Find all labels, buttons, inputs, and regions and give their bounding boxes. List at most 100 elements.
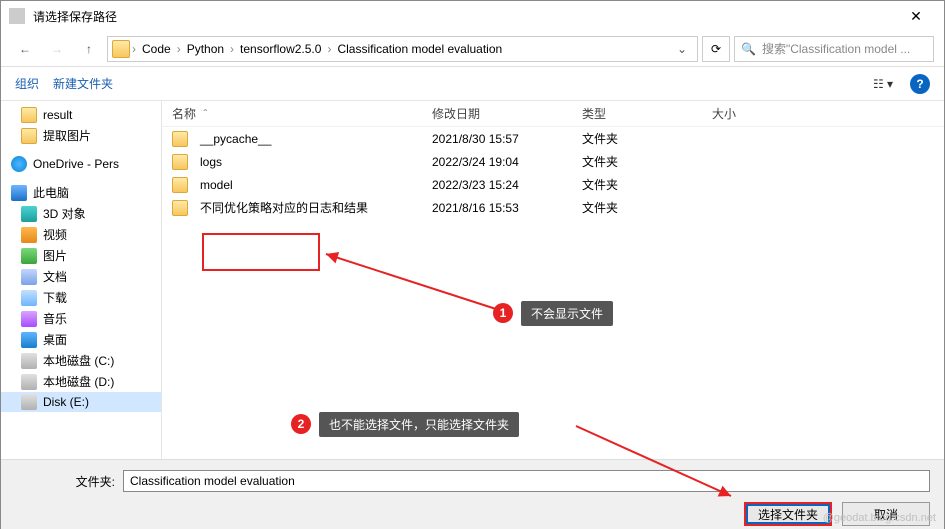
col-date[interactable]: 修改日期 — [432, 105, 582, 122]
sidebar-item-label: 提取图片 — [43, 127, 91, 144]
view-options-button[interactable]: ☷ ▾ — [870, 73, 896, 95]
breadcrumb[interactable]: tensorflow2.5.0 — [236, 40, 325, 58]
sidebar-item-label: 本地磁盘 (D:) — [43, 373, 114, 390]
sidebar-item-label: result — [43, 108, 72, 122]
annotation-box-1 — [202, 233, 320, 271]
desk-icon — [21, 332, 37, 348]
folder-input[interactable] — [123, 470, 930, 492]
col-name[interactable]: 名称 ˆ — [172, 105, 432, 122]
sidebar-item[interactable]: 提取图片 — [1, 125, 161, 146]
file-date: 2021/8/30 15:57 — [432, 132, 582, 146]
sidebar-item-label: 文档 — [43, 268, 67, 285]
titlebar: 请选择保存路径 ✕ — [1, 1, 944, 31]
folder-icon — [172, 177, 188, 193]
chevron-down-icon[interactable]: ⌄ — [671, 42, 693, 56]
pc-icon — [11, 185, 27, 201]
sidebar-item[interactable]: 本地磁盘 (C:) — [1, 350, 161, 371]
search-icon: 🔍 — [741, 42, 756, 56]
close-button[interactable]: ✕ — [896, 8, 936, 25]
select-folder-button[interactable]: 选择文件夹 — [744, 502, 832, 526]
folder-icon — [172, 200, 188, 216]
help-button[interactable]: ? — [910, 74, 930, 94]
navbar: ← → ↑ › Code › Python › tensorflow2.5.0 … — [1, 31, 944, 67]
address-bar[interactable]: › Code › Python › tensorflow2.5.0 › Clas… — [107, 36, 698, 62]
file-pane: 名称 ˆ 修改日期 类型 大小 __pycache__ 2021/8/30 15:… — [161, 101, 944, 459]
sidebar-item[interactable]: 下载 — [1, 287, 161, 308]
file-name: 不同优化策略对应的日志和结果 — [200, 199, 368, 216]
file-type: 文件夹 — [582, 130, 712, 147]
up-button[interactable]: ↑ — [75, 35, 103, 63]
sidebar-item-label: 本地磁盘 (C:) — [43, 352, 114, 369]
window-title: 请选择保存路径 — [33, 8, 896, 25]
sidebar-item-label: Disk (E:) — [43, 395, 89, 409]
chevron-right-icon[interactable]: › — [230, 42, 234, 56]
file-name: __pycache__ — [200, 132, 271, 146]
file-type: 文件夹 — [582, 153, 712, 170]
annotation-number-1: 1 — [493, 303, 513, 323]
folder-label: 文件夹: — [15, 473, 115, 490]
sidebar-item[interactable]: 音乐 — [1, 308, 161, 329]
sidebar-item[interactable]: 图片 — [1, 245, 161, 266]
refresh-button[interactable]: ⟳ — [702, 36, 730, 62]
annotation-number-2: 2 — [291, 414, 311, 434]
folder-icon — [21, 107, 37, 123]
search-placeholder: 搜索"Classification model ... — [762, 40, 910, 57]
folder-icon — [172, 131, 188, 147]
body: result 提取图片 OneDrive - Pers 此电脑 3D 对象视频图片文档下… — [1, 101, 944, 459]
annotation-text-1: 不会显示文件 — [521, 301, 613, 326]
file-type: 文件夹 — [582, 176, 712, 193]
sidebar-item[interactable]: result — [1, 105, 161, 125]
chevron-right-icon[interactable]: › — [177, 42, 181, 56]
breadcrumb[interactable]: Classification model evaluation — [333, 40, 506, 58]
sidebar: result 提取图片 OneDrive - Pers 此电脑 3D 对象视频图片文档下… — [1, 101, 161, 459]
sidebar-item[interactable]: 3D 对象 — [1, 203, 161, 224]
sidebar-item[interactable]: 本地磁盘 (D:) — [1, 371, 161, 392]
pic-icon — [21, 248, 37, 264]
breadcrumb[interactable]: Python — [183, 40, 228, 58]
sidebar-item[interactable]: 此电脑 — [1, 182, 161, 203]
search-input[interactable]: 🔍 搜索"Classification model ... — [734, 36, 934, 62]
file-row[interactable]: 不同优化策略对应的日志和结果 2021/8/16 15:53文件夹 — [162, 196, 944, 219]
file-row[interactable]: logs2022/3/24 19:04文件夹 — [162, 150, 944, 173]
file-date: 2022/3/24 19:04 — [432, 155, 582, 169]
file-row[interactable]: __pycache__ 2021/8/30 15:57文件夹 — [162, 127, 944, 150]
video-icon — [21, 227, 37, 243]
file-name: model — [200, 178, 233, 192]
file-date: 2022/3/23 15:24 — [432, 178, 582, 192]
file-date: 2021/8/16 15:53 — [432, 201, 582, 215]
music-icon — [21, 311, 37, 327]
sidebar-item-label: 视频 — [43, 226, 67, 243]
col-type[interactable]: 类型 — [582, 105, 712, 122]
back-button[interactable]: ← — [11, 35, 39, 63]
breadcrumb[interactable]: Code — [138, 40, 175, 58]
organize-menu[interactable]: 组织 — [15, 75, 39, 92]
3d-icon — [21, 206, 37, 222]
forward-button: → — [43, 35, 71, 63]
folder-icon — [21, 128, 37, 144]
column-headers: 名称 ˆ 修改日期 类型 大小 — [162, 101, 944, 127]
sidebar-item[interactable]: OneDrive - Pers — [1, 154, 161, 174]
folder-icon — [112, 40, 130, 58]
file-row[interactable]: model 2022/3/23 15:24文件夹 — [162, 173, 944, 196]
sidebar-item-label: 桌面 — [43, 331, 67, 348]
sidebar-item-label: 3D 对象 — [43, 205, 86, 222]
file-type: 文件夹 — [582, 199, 712, 216]
col-size[interactable]: 大小 — [712, 105, 792, 122]
sidebar-item-label: 此电脑 — [33, 184, 69, 201]
doc-icon — [21, 269, 37, 285]
chevron-right-icon[interactable]: › — [327, 42, 331, 56]
disk-icon — [21, 353, 37, 369]
sidebar-item[interactable]: 桌面 — [1, 329, 161, 350]
disk-icon — [21, 374, 37, 390]
new-folder-button[interactable]: 新建文件夹 — [53, 75, 113, 92]
annotation-text-2: 也不能选择文件，只能选择文件夹 — [319, 412, 519, 437]
sidebar-item-label: 图片 — [43, 247, 67, 264]
footer: 文件夹: 选择文件夹 取消 — [1, 459, 944, 529]
folder-icon — [172, 154, 188, 170]
app-icon — [9, 8, 25, 24]
chevron-right-icon[interactable]: › — [132, 42, 136, 56]
sidebar-item[interactable]: Disk (E:) — [1, 392, 161, 412]
sidebar-item[interactable]: 文档 — [1, 266, 161, 287]
dl-icon — [21, 290, 37, 306]
sidebar-item[interactable]: 视频 — [1, 224, 161, 245]
